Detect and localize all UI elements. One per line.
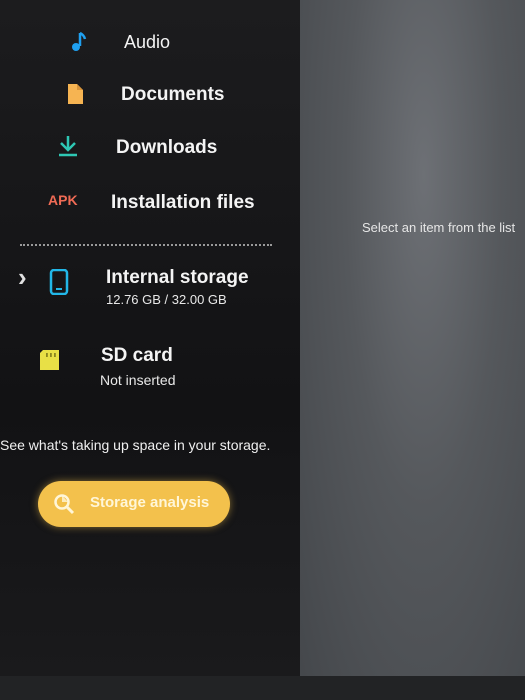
document-icon [63, 82, 87, 106]
sidebar-item-label: Documents [121, 84, 225, 105]
storage-analysis-label: Storage analysis [90, 494, 210, 511]
storage-status: Not inserted [100, 372, 176, 388]
download-icon [56, 134, 80, 158]
sidebar-item-installation-files[interactable]: APK Installation files [0, 182, 300, 222]
analysis-search-icon [52, 492, 76, 516]
bottom-bar [0, 676, 525, 700]
storage-analysis-description: See what's taking up space in your stora… [0, 437, 271, 453]
sidebar-item-downloads[interactable]: Downloads [0, 127, 300, 167]
phone-storage-icon [47, 269, 71, 295]
detail-pane: Select an item from the list [300, 0, 525, 700]
storage-item-sd-card[interactable]: SD card Not inserted [0, 340, 300, 390]
storage-usage: 12.76 GB / 32.00 GB [106, 292, 227, 307]
sidebar-item-audio[interactable]: Audio [0, 22, 300, 62]
file-manager-screen: Audio Documents Downloads APK Installati… [0, 0, 525, 700]
sidebar: Audio Documents Downloads APK Installati… [0, 0, 300, 680]
sidebar-item-label: Installation files [111, 192, 255, 213]
sidebar-item-label: Audio [124, 32, 171, 52]
storage-title: SD card [101, 345, 173, 366]
empty-state-hint: Select an item from the list [362, 220, 516, 235]
music-note-icon [66, 30, 90, 54]
apk-icon: APK [48, 192, 78, 208]
storage-title: Internal storage [106, 267, 249, 288]
sidebar-item-label: Downloads [116, 137, 218, 158]
divider [20, 244, 272, 246]
chevron-right-icon[interactable]: › [18, 262, 27, 293]
sidebar-item-documents[interactable]: Documents [0, 74, 300, 114]
storage-item-internal[interactable]: › Internal storage 12.76 GB / 32.00 GB [0, 262, 300, 312]
sd-card-icon [38, 348, 62, 372]
storage-analysis-button[interactable]: Storage analysis [38, 481, 230, 527]
